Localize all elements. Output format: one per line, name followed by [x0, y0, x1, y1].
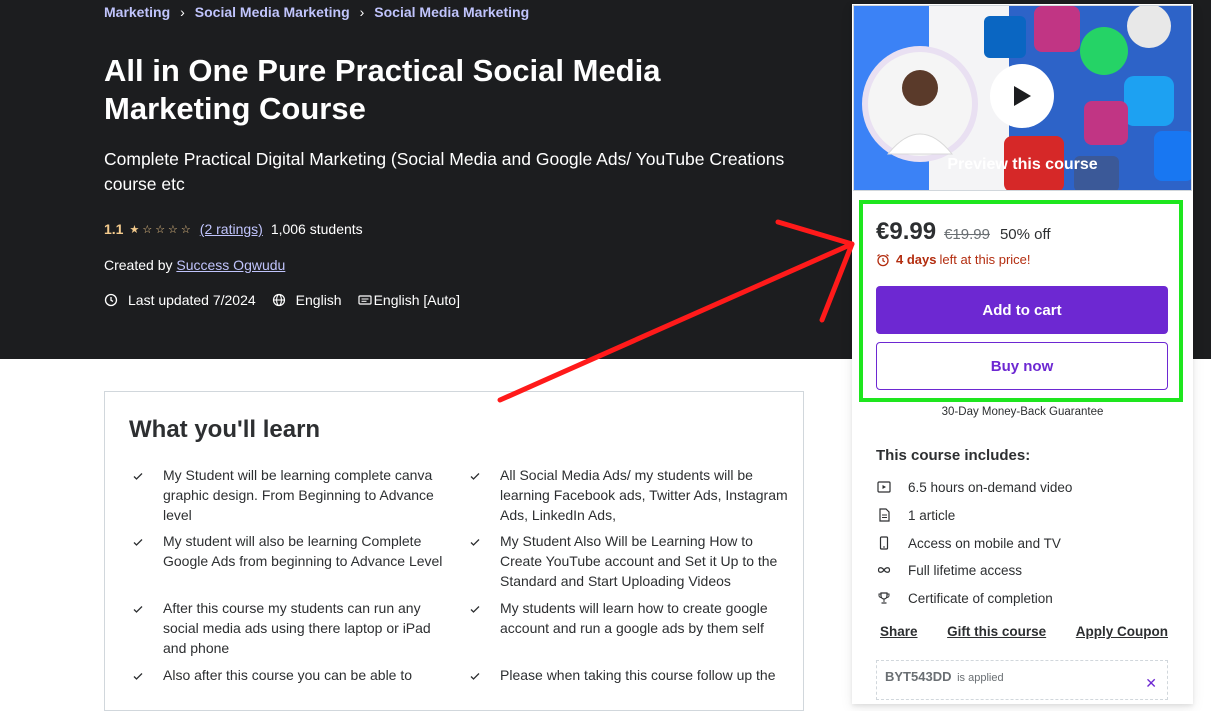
course-language: English [295, 292, 342, 308]
breadcrumb-item-marketing[interactable]: Marketing [104, 4, 170, 20]
article-icon [876, 507, 892, 523]
includes-label: 6.5 hours on-demand video [908, 479, 1073, 495]
includes-item-article: 1 article [876, 507, 955, 523]
coupon-note: is applied [957, 672, 1004, 684]
includes-item-certificate: Certificate of completion [876, 590, 1053, 606]
created-by: Created by Success Ogwudu [104, 257, 285, 273]
includes-item-mobile: Access on mobile and TV [876, 535, 1061, 551]
ratings-count-link[interactable]: (2 ratings) [200, 221, 263, 237]
includes-item-video: 6.5 hours on-demand video [876, 479, 1072, 495]
rating-value: 1.1 [104, 221, 124, 237]
check-icon [468, 468, 482, 482]
created-by-label: Created by [104, 257, 173, 273]
original-price: €19.99 [944, 226, 990, 243]
close-icon[interactable]: ✕ [1145, 675, 1157, 692]
learn-item-text: My students will learn how to create goo… [500, 600, 768, 636]
includes-item-lifetime: Full lifetime access [876, 562, 1022, 578]
includes-label: Full lifetime access [908, 562, 1023, 578]
list-item: My Student will be learning complete can… [131, 465, 445, 525]
check-icon [131, 468, 145, 482]
discount-percent: 50% off [999, 226, 1051, 243]
sidebar-links: Share Gift this course Apply Coupon [880, 624, 1168, 639]
course-title: All in One Pure Practical Social Media M… [104, 53, 661, 126]
timer-days: 4 days [896, 252, 937, 267]
breadcrumb-item-social-media-marketing[interactable]: Social Media Marketing [195, 4, 350, 20]
current-price: €9.99 [876, 218, 937, 245]
alert-clock-icon [104, 293, 118, 307]
applied-coupon: BYT543DD is applied ✕ [876, 660, 1168, 700]
rating-row: 1.1 ★☆☆☆☆ (2 ratings) 1,006 students [104, 221, 363, 237]
price-timer: 4 days left at this price! [876, 252, 1031, 267]
includes-label: 1 article [908, 507, 956, 523]
includes-title: This course includes: [876, 447, 1031, 464]
learn-item-text: My student will also be learning Complet… [163, 533, 443, 569]
check-icon [468, 534, 482, 548]
author-link[interactable]: Success Ogwudu [176, 257, 285, 273]
breadcrumb-item-topic[interactable]: Social Media Marketing [374, 4, 529, 20]
coupon-code: BYT543DD is applied [885, 669, 1004, 684]
star-rating-icon: ★☆☆☆☆ [129, 223, 194, 236]
learn-item-text: After this course my students can run an… [163, 600, 431, 656]
gift-course-link[interactable]: Gift this course [947, 624, 1046, 639]
list-item: Also after this course you can be able t… [131, 665, 445, 685]
buy-now-button[interactable]: Buy now [876, 342, 1168, 390]
includes-label: Certificate of completion [908, 590, 1053, 606]
check-icon [131, 668, 145, 682]
learn-item-text: My Student Also Will be Learning How to … [500, 533, 778, 589]
learn-item-text: All Social Media Ads/ my students will b… [500, 467, 788, 523]
course-subtitle: Complete Practical Digital Marketing (So… [104, 149, 785, 194]
check-icon [468, 601, 482, 615]
chevron-right-icon: › [180, 4, 185, 20]
learn-item-text: Please when taking this course follow up… [500, 667, 776, 683]
what-youll-learn-box: What you'll learn My Student will be lea… [104, 391, 804, 711]
chevron-right-icon: › [359, 4, 365, 20]
money-back-guarantee: 30-Day Money-Back Guarantee [941, 406, 1104, 418]
alarm-clock-icon [876, 253, 890, 267]
list-item: My students will learn how to create goo… [468, 598, 788, 638]
preview-label: Preview this course [947, 156, 1098, 173]
share-link[interactable]: Share [880, 624, 918, 639]
course-meta: Last updated 7/2024 English English [Aut… [104, 292, 476, 308]
apply-coupon-link[interactable]: Apply Coupon [1076, 624, 1168, 639]
learn-item-text: Also after this course you can be able t… [163, 667, 413, 683]
coupon-code-text: BYT543DD [885, 669, 952, 684]
students-count: 1,006 students [270, 221, 363, 237]
learn-title: What you'll learn [129, 416, 321, 443]
price-row: €9.99 €19.99 50% off [876, 218, 1051, 246]
list-item: All Social Media Ads/ my students will b… [468, 465, 788, 525]
learn-item-text: My Student will be learning complete can… [163, 467, 434, 523]
trophy-icon [876, 590, 892, 606]
breadcrumb: Marketing › Social Media Marketing › Soc… [104, 4, 529, 20]
check-icon [468, 668, 482, 682]
check-icon [131, 534, 145, 548]
list-item: My Student Also Will be Learning How to … [468, 531, 788, 591]
last-updated: Last updated 7/2024 [128, 292, 256, 308]
course-captions: English [Auto] [373, 292, 460, 308]
play-icon[interactable] [990, 64, 1054, 128]
timer-text: left at this price! [939, 252, 1031, 267]
captions-icon [357, 293, 372, 307]
globe-icon [272, 293, 286, 307]
course-preview[interactable]: Preview this course [853, 5, 1192, 191]
add-to-cart-button[interactable]: Add to cart [876, 286, 1168, 334]
list-item: After this course my students can run an… [131, 598, 445, 658]
mobile-icon [876, 535, 892, 551]
list-item: Please when taking this course follow up… [468, 665, 788, 685]
list-item: My student will also be learning Complet… [131, 531, 445, 571]
infinity-icon [876, 562, 892, 578]
includes-label: Access on mobile and TV [908, 535, 1061, 551]
check-icon [131, 601, 145, 615]
video-icon [876, 479, 892, 495]
